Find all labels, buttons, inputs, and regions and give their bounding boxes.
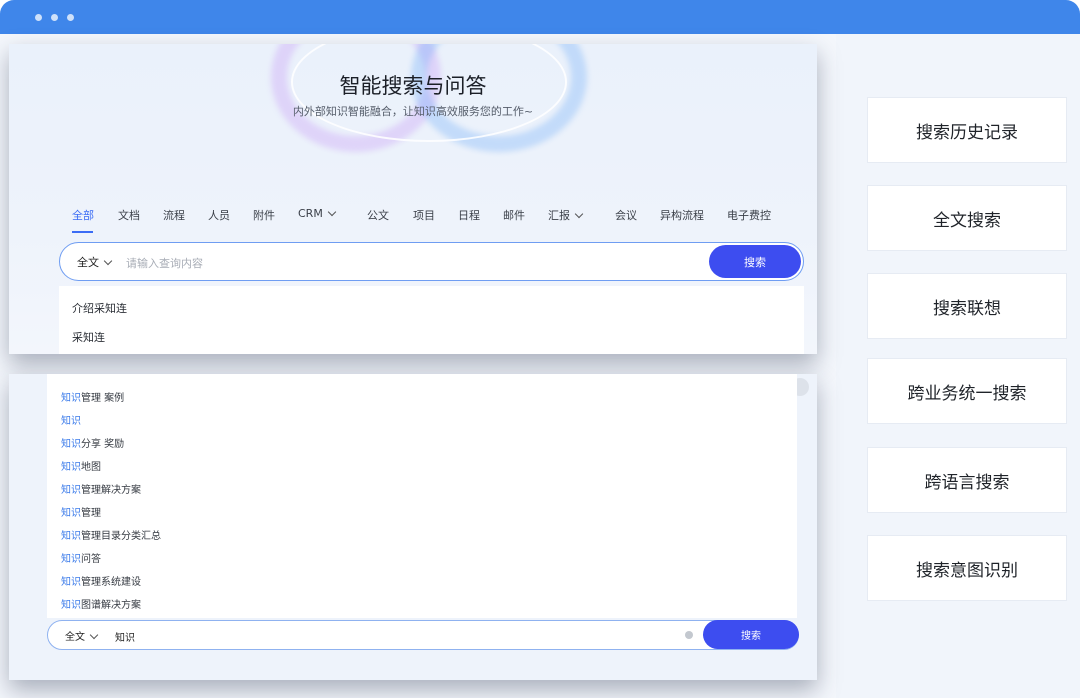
suggestion-rest: 分享 奖励 — [81, 439, 125, 450]
active-tab-indicator — [72, 231, 93, 233]
suggestion-item[interactable]: 知识管理目录分类汇总 — [61, 527, 161, 542]
suggestion-highlight: 知识 — [61, 393, 81, 404]
page-title: 智能搜索与问答 — [339, 74, 487, 98]
tab-mail[interactable]: 邮件 — [503, 207, 525, 223]
suggestion-rest: 问答 — [81, 554, 101, 565]
feature-label: 跨业务统一搜索 — [907, 383, 1027, 404]
suggestion-rest: 管理目录分类汇总 — [81, 531, 161, 542]
chevron-down-icon — [103, 256, 113, 266]
tab-expense-control[interactable]: 电子费控 — [727, 207, 771, 223]
suggestion-item[interactable]: 知识管理解决方案 — [61, 481, 141, 496]
search-suggest-card: 知识管理 案例 知识 知识分享 奖励 知识地图 知识管理解决方案 知识管理 知识… — [9, 374, 817, 680]
suggestion-item[interactable]: 采知连 — [72, 329, 105, 345]
suggestion-item[interactable]: 知识 — [61, 412, 81, 427]
feature-cross-language-search: 跨语言搜索 — [867, 447, 1067, 513]
window-control-dot[interactable] — [67, 14, 74, 21]
search-button[interactable]: 搜索 — [703, 620, 799, 649]
suggestion-highlight: 知识 — [61, 577, 81, 588]
search-scope-select[interactable]: 全文 — [65, 628, 99, 643]
feature-search-suggest: 搜索联想 — [867, 273, 1067, 339]
search-scope-select[interactable]: 全文 — [77, 254, 113, 270]
feature-label: 全文搜索 — [933, 210, 1001, 231]
tab-reports-label: 汇报 — [548, 209, 570, 222]
tab-reports[interactable]: 汇报 — [548, 207, 584, 223]
window-control-dot[interactable] — [51, 14, 58, 21]
suggestion-highlight: 知识 — [61, 554, 81, 565]
suggestion-item[interactable]: 介绍采知连 — [72, 300, 127, 316]
chevron-down-icon — [574, 209, 584, 219]
search-scope-label: 全文 — [65, 632, 85, 643]
tab-schedule[interactable]: 日程 — [458, 207, 480, 223]
suggestion-rest: 图谱解决方案 — [81, 600, 141, 611]
suggestion-highlight: 知识 — [61, 462, 81, 473]
suggestion-item[interactable]: 知识分享 奖励 — [61, 435, 124, 450]
suggestion-item[interactable]: 知识问答 — [61, 550, 101, 565]
feature-intent-recognition: 搜索意图识别 — [867, 535, 1067, 601]
chevron-down-icon — [327, 207, 337, 217]
tab-workflow[interactable]: 流程 — [163, 207, 185, 223]
suggestion-highlight: 知识 — [61, 508, 81, 519]
feature-cross-business-search: 跨业务统一搜索 — [867, 358, 1067, 424]
suggestion-dropdown: 知识管理 案例 知识 知识分享 奖励 知识地图 知识管理解决方案 知识管理 知识… — [47, 374, 797, 618]
feature-label: 跨语言搜索 — [924, 472, 1010, 493]
suggestion-item[interactable]: 知识管理 案例 — [61, 389, 124, 404]
tab-heterogeneous-workflow[interactable]: 异构流程 — [660, 207, 704, 223]
search-button[interactable]: 搜索 — [709, 245, 801, 278]
search-bar: 全文 知识 搜索 — [47, 620, 799, 650]
clear-icon[interactable] — [685, 631, 693, 639]
search-input[interactable]: 知识 — [115, 629, 135, 644]
feature-fulltext-search: 全文搜索 — [867, 185, 1067, 251]
suggestion-item[interactable]: 知识管理 — [61, 504, 101, 519]
suggestion-rest: 管理解决方案 — [81, 485, 141, 496]
tab-projects[interactable]: 项目 — [413, 207, 435, 223]
suggestion-highlight: 知识 — [61, 416, 81, 427]
tab-official-docs[interactable]: 公文 — [367, 207, 389, 223]
tab-people[interactable]: 人员 — [208, 207, 230, 223]
tab-crm-label: CRM — [298, 207, 323, 220]
suggestion-highlight: 知识 — [61, 439, 81, 450]
suggestion-item[interactable]: 知识地图 — [61, 458, 101, 473]
tab-all[interactable]: 全部 — [72, 207, 94, 223]
suggestion-highlight: 知识 — [61, 600, 81, 611]
tab-crm[interactable]: CRM — [298, 207, 337, 220]
feature-label: 搜索意图识别 — [916, 560, 1018, 581]
page-subtitle: 内外部知识智能融合，让知识高效服务您的工作~ — [292, 105, 534, 118]
window-titlebar — [0, 0, 1080, 34]
search-input[interactable]: 请输入查询内容 — [126, 255, 203, 271]
tab-meetings[interactable]: 会议 — [615, 207, 637, 223]
suggestion-highlight: 知识 — [61, 485, 81, 496]
search-bar: 全文 请输入查询内容 搜索 — [59, 242, 804, 281]
suggestion-dropdown: 介绍采知连 采知连 — [59, 286, 804, 354]
feature-label: 搜索历史记录 — [916, 122, 1018, 143]
chevron-down-icon — [89, 630, 99, 640]
suggestion-item[interactable]: 知识图谱解决方案 — [61, 596, 141, 611]
window-control-dot[interactable] — [35, 14, 42, 21]
search-home-card: 智能搜索与问答 内外部知识智能融合，让知识高效服务您的工作~ 全部 文档 流程 … — [9, 44, 817, 354]
suggestion-rest: 管理 案例 — [81, 393, 125, 404]
suggestion-rest: 地图 — [81, 462, 101, 473]
feature-label: 搜索联想 — [933, 298, 1001, 319]
tab-documents[interactable]: 文档 — [118, 207, 140, 223]
feature-search-history: 搜索历史记录 — [867, 97, 1067, 163]
suggestion-highlight: 知识 — [61, 531, 81, 542]
search-scope-label: 全文 — [77, 256, 99, 269]
tab-attachments[interactable]: 附件 — [253, 207, 275, 223]
suggestion-item[interactable]: 知识管理系统建设 — [61, 573, 141, 588]
suggestion-rest: 管理系统建设 — [81, 577, 141, 588]
suggestion-rest: 管理 — [81, 508, 101, 519]
